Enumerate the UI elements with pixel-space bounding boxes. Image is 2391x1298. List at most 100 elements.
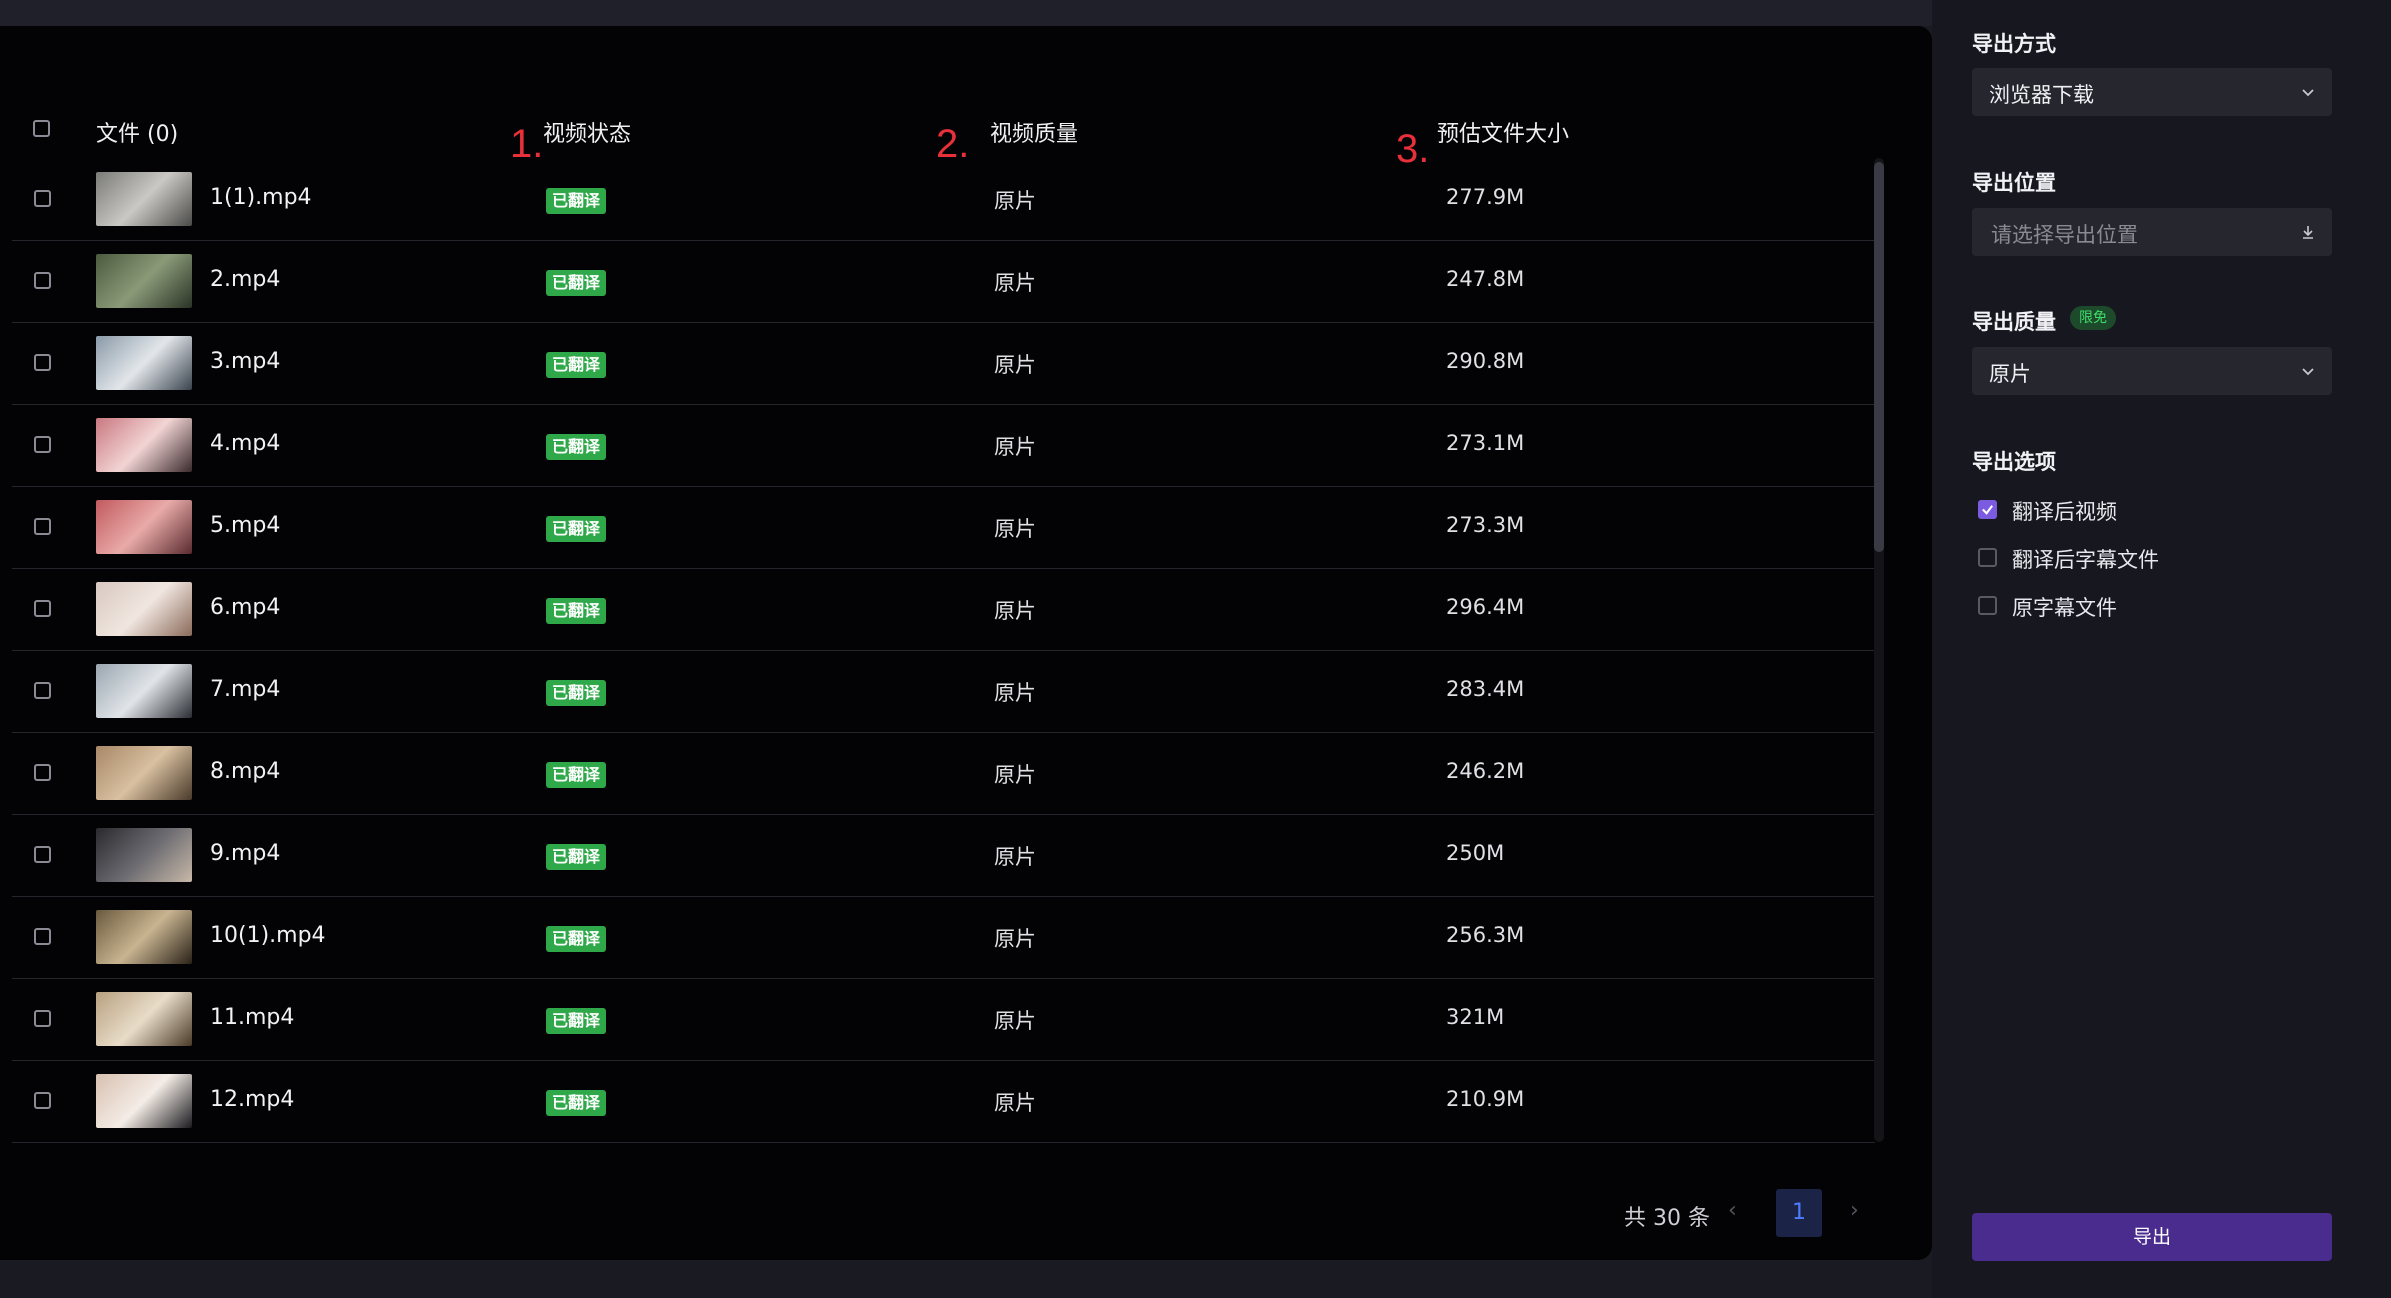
export-button[interactable]: 导出	[1972, 1213, 2332, 1261]
status-badge: 已翻译	[546, 270, 607, 296]
bottom-strip	[0, 1260, 1932, 1298]
table-row[interactable]: 7.mp4 已翻译 原片 283.4M	[12, 650, 1875, 733]
video-quality: 原片	[994, 599, 1036, 623]
export-quality-label: 导出质量	[1972, 310, 2056, 334]
download-icon[interactable]	[2300, 224, 2316, 240]
file-name: 9.mp4	[210, 841, 281, 866]
status-badge: 已翻译	[546, 188, 607, 214]
video-thumbnail	[96, 910, 192, 964]
row-checkbox[interactable]	[34, 1010, 51, 1027]
video-thumbnail	[96, 1074, 192, 1128]
export-location-field[interactable]: 请选择导出位置	[1972, 208, 2332, 256]
row-checkbox[interactable]	[34, 846, 51, 863]
table-row[interactable]: 8.mp4 已翻译 原片 246.2M	[12, 732, 1875, 815]
header-file: 文件 (0)	[96, 122, 179, 147]
option-label: 原字幕文件	[2012, 596, 2117, 620]
row-checkbox[interactable]	[34, 518, 51, 535]
file-name: 1(1).mp4	[210, 185, 312, 210]
export-method-value: 浏览器下载	[1989, 83, 2094, 107]
video-thumbnail	[96, 418, 192, 472]
status-badge: 已翻译	[546, 352, 607, 378]
video-thumbnail	[96, 336, 192, 390]
file-size: 246.2M	[1446, 759, 1525, 783]
file-size: 210.9M	[1446, 1087, 1525, 1111]
file-name: 10(1).mp4	[210, 923, 326, 948]
row-checkbox[interactable]	[34, 272, 51, 289]
file-name: 2.mp4	[210, 267, 281, 292]
video-quality: 原片	[994, 763, 1036, 787]
video-thumbnail	[96, 172, 192, 226]
file-name: 7.mp4	[210, 677, 281, 702]
status-badge: 已翻译	[546, 516, 607, 542]
file-name: 4.mp4	[210, 431, 281, 456]
header-size: 预估文件大小	[1437, 122, 1570, 147]
page-button-current[interactable]: 1	[1776, 1189, 1822, 1237]
video-quality: 原片	[994, 271, 1036, 295]
table-row[interactable]: 12.mp4 已翻译 原片 210.9M	[12, 1060, 1875, 1143]
file-size: 256.3M	[1446, 923, 1525, 947]
video-thumbnail	[96, 254, 192, 308]
pagination-total: 共 30 条	[1624, 1206, 1710, 1231]
table-row[interactable]: 3.mp4 已翻译 原片 290.8M	[12, 322, 1875, 405]
video-thumbnail	[96, 500, 192, 554]
table-row[interactable]: 11.mp4 已翻译 原片 321M	[12, 978, 1875, 1061]
option-checkbox[interactable]	[1978, 596, 1997, 615]
status-badge: 已翻译	[546, 1008, 607, 1034]
table-row[interactable]: 6.mp4 已翻译 原片 296.4M	[12, 568, 1875, 651]
file-name: 12.mp4	[210, 1087, 295, 1112]
export-location-placeholder: 请选择导出位置	[1991, 223, 2138, 247]
video-quality: 原片	[994, 435, 1036, 459]
export-quality-value: 原片	[1989, 362, 2031, 386]
header-status: 视频状态	[543, 122, 632, 147]
free-badge: 限免	[2070, 306, 2116, 330]
scrollbar-thumb[interactable]	[1874, 162, 1884, 552]
video-thumbnail	[96, 828, 192, 882]
video-quality: 原片	[994, 189, 1036, 213]
row-checkbox[interactable]	[34, 764, 51, 781]
video-thumbnail	[96, 582, 192, 636]
file-name: 8.mp4	[210, 759, 281, 784]
video-quality: 原片	[994, 681, 1036, 705]
status-badge: 已翻译	[546, 680, 607, 706]
table-row[interactable]: 5.mp4 已翻译 原片 273.3M	[12, 486, 1875, 569]
row-checkbox[interactable]	[34, 682, 51, 699]
file-name: 5.mp4	[210, 513, 281, 538]
table-scrollbar[interactable]	[1874, 158, 1884, 1142]
export-location-label: 导出位置	[1972, 171, 2056, 195]
export-options-label: 导出选项	[1972, 450, 2056, 474]
row-checkbox[interactable]	[34, 190, 51, 207]
status-badge: 已翻译	[546, 1090, 607, 1116]
row-checkbox[interactable]	[34, 436, 51, 453]
option-checkbox[interactable]	[1978, 548, 1997, 567]
table-row[interactable]: 10(1).mp4 已翻译 原片 256.3M	[12, 896, 1875, 979]
export-quality-select[interactable]: 原片	[1972, 347, 2332, 395]
file-size: 247.8M	[1446, 267, 1525, 291]
status-badge: 已翻译	[546, 598, 607, 624]
prev-page-icon[interactable]: ‹	[1728, 1198, 1737, 1223]
status-badge: 已翻译	[546, 926, 607, 952]
export-method-label: 导出方式	[1972, 32, 2056, 56]
video-thumbnail	[96, 746, 192, 800]
option-checkbox[interactable]	[1978, 500, 1997, 519]
row-checkbox[interactable]	[34, 354, 51, 371]
table-row[interactable]: 1(1).mp4 已翻译 原片 277.9M	[12, 158, 1875, 241]
file-size: 283.4M	[1446, 677, 1525, 701]
export-method-select[interactable]: 浏览器下载	[1972, 68, 2332, 116]
table-row[interactable]: 4.mp4 已翻译 原片 273.1M	[12, 404, 1875, 487]
file-size: 321M	[1446, 1005, 1505, 1029]
select-all-checkbox[interactable]	[33, 120, 50, 137]
next-page-icon[interactable]: ›	[1850, 1198, 1859, 1223]
file-size: 273.1M	[1446, 431, 1525, 455]
table-row[interactable]: 2.mp4 已翻译 原片 247.8M	[12, 240, 1875, 323]
file-table-panel: 文件 (0) 1. 视频状态 2. 视频质量 3. 预估文件大小 1(1).mp…	[0, 26, 1932, 1260]
row-checkbox[interactable]	[34, 928, 51, 945]
video-quality: 原片	[994, 1009, 1036, 1033]
header-quality: 视频质量	[990, 122, 1079, 147]
file-size: 273.3M	[1446, 513, 1525, 537]
video-thumbnail	[96, 664, 192, 718]
row-checkbox[interactable]	[34, 600, 51, 617]
table-row[interactable]: 9.mp4 已翻译 原片 250M	[12, 814, 1875, 897]
row-checkbox[interactable]	[34, 1092, 51, 1109]
file-size: 250M	[1446, 841, 1505, 865]
file-name: 11.mp4	[210, 1005, 295, 1030]
